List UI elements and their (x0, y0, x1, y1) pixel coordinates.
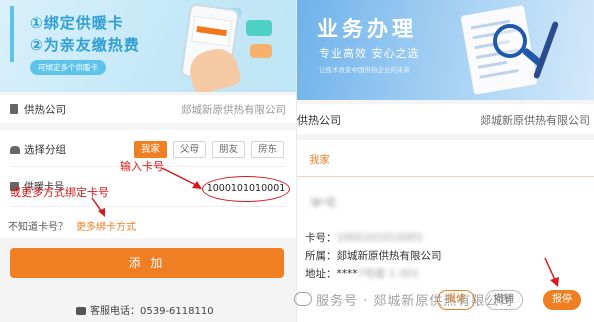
business-screen: 业务办理 专业高效 安心之选 让技术改变中国供热企业的未来 供热公司 郯城新原供… (297, 0, 594, 322)
bind-card-banner: ①绑定供暖卡 ②为亲友缴热费 可绑定多个供暖卡 (0, 0, 296, 92)
banner-line-1: ①绑定供暖卡 (30, 14, 124, 32)
arrow-to-suspend-icon (544, 257, 559, 287)
address-prefix: **** (336, 268, 358, 280)
group-option-parents[interactable]: 父母 (173, 141, 207, 158)
group-option-landlord[interactable]: 房东 (251, 141, 285, 158)
wechat-icon (294, 292, 312, 306)
bind-card-screen: ①绑定供暖卡 ②为亲友缴热费 可绑定多个供暖卡 供热公司 郯城新原供热有限公司 … (0, 0, 296, 322)
owner-label: 所属： (305, 250, 337, 262)
company-label: 供热公司 (24, 104, 66, 116)
service-phone-text: 客服电话：0539-6118110 (90, 306, 214, 317)
banner-deco (246, 20, 272, 36)
more-bind-methods-link[interactable]: 更多绑卡方式 (76, 218, 136, 233)
account-name: 徐*花 (311, 198, 336, 209)
owner-value: 郯城新原供热有限公司 (336, 250, 442, 262)
group-label: 选择分组 (24, 144, 66, 156)
service-phone: 客服电话：0539-6118110 (76, 302, 214, 317)
business-banner: 业务办理 专业高效 安心之选 让技术改变中国供热企业的未来 (297, 0, 594, 100)
add-button[interactable]: 添 加 (10, 248, 284, 278)
company-value: 郯城新原供热有限公司 (480, 114, 590, 127)
banner-slogan: 让技术改变中国供热企业的未来 (319, 66, 410, 74)
arrow-to-card-icon (161, 167, 202, 189)
banner-subtitle: 专业高效 安心之选 (319, 47, 420, 60)
banner-line-2: ②为亲友缴热费 (30, 36, 140, 54)
group-option-friends[interactable]: 朋友 (212, 141, 246, 158)
phone-icon (76, 307, 86, 315)
card-number-input[interactable]: 1000101010001 (202, 176, 290, 202)
help-question: 不知道卡号？ (8, 222, 68, 233)
company-row[interactable]: 供热公司 郯城新原供热有限公司 (0, 95, 296, 123)
pen-icon (532, 20, 560, 80)
tab-home[interactable]: 我家 (309, 152, 330, 167)
address-value: 7号楼 1-301 (357, 268, 420, 280)
banner-stripe (10, 6, 14, 62)
building-icon (10, 104, 18, 114)
arrow-to-link-icon (91, 197, 105, 217)
group-icon (10, 146, 20, 154)
divider (297, 176, 594, 177)
company-value: 郯城新原供热有限公司 (181, 104, 286, 116)
group-option-home[interactable]: 我家 (134, 141, 168, 158)
group-options: 我家 父母 朋友 房东 (134, 141, 285, 158)
card-number-row: 卡号：1000101010001 (305, 230, 423, 245)
suspend-button[interactable]: 报停 (543, 290, 581, 310)
card-number-label: 卡号： (305, 232, 337, 244)
company-label: 供热公司 (297, 114, 341, 127)
owner-row: 所属：郯城新原供热有限公司 (305, 248, 442, 263)
card-number-value: 1000101010001 (336, 232, 424, 244)
company-row[interactable]: 供热公司 郯城新原供热有限公司 (297, 104, 594, 134)
banner-title: 业务办理 (317, 17, 417, 41)
annotation-enter-card: 输入卡号 (120, 160, 164, 173)
banner-deco (250, 44, 272, 58)
divider (10, 206, 286, 207)
watermark: 服务号 · 郯城新原供热有限公司 (316, 294, 514, 309)
banner-pill: 可绑定多个供暖卡 (30, 60, 106, 75)
address-row: 地址：****7号楼 1-301 (305, 266, 419, 281)
address-label: 地址： (305, 268, 337, 280)
